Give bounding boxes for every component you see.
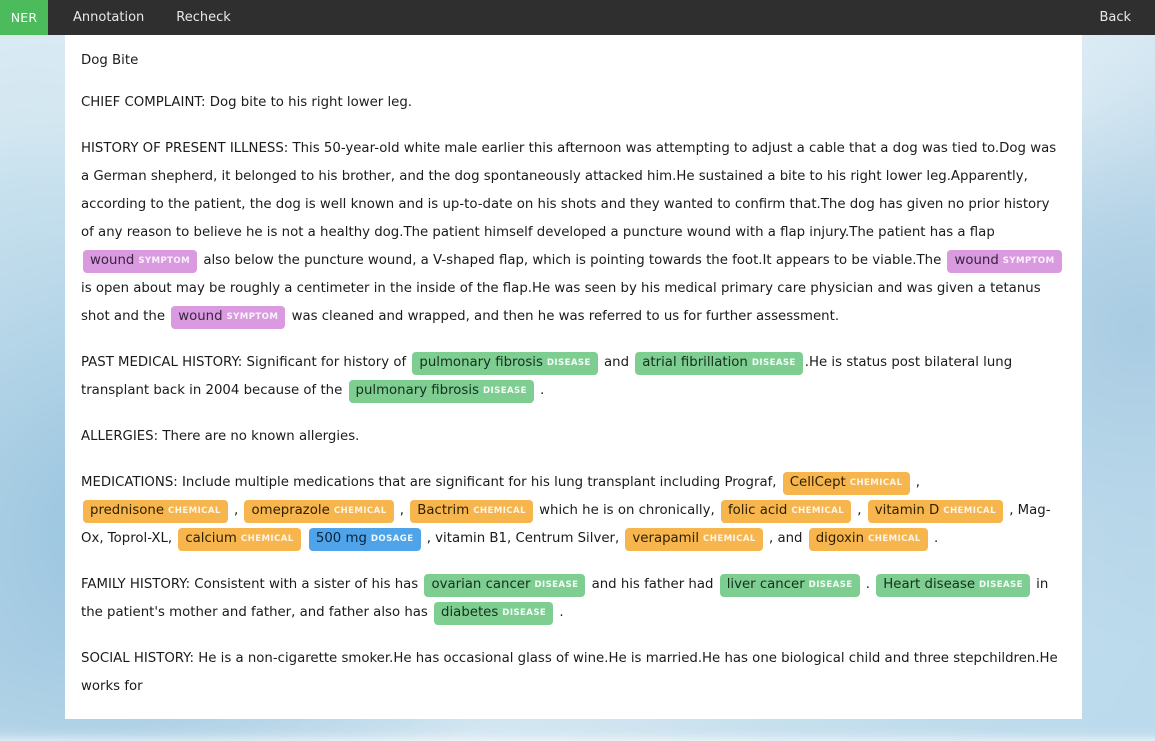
chief-complaint-paragraph: CHIEF COMPLAINT: Dog bite to his right l…: [81, 95, 413, 110]
entity-label: SYMPTOM: [1002, 256, 1055, 266]
entity-cellcept[interactable]: CellCept CHEMICAL: [782, 472, 910, 495]
entity-label: DISEASE: [482, 386, 527, 396]
entity-label: CHEMICAL: [333, 506, 387, 516]
med-text-6: ,: [853, 503, 866, 518]
med-text-10: , and: [764, 531, 807, 546]
entity-label: CHEMICAL: [943, 506, 996, 516]
pmh-text-2: and: [599, 355, 634, 370]
entity-label: CHEMICAL: [849, 478, 903, 488]
entity-word: calcium: [185, 531, 237, 546]
ner-brand-logo[interactable]: NER: [0, 0, 48, 35]
entity-label: CHEMICAL: [791, 506, 845, 516]
entity-word: wound: [954, 253, 999, 268]
entity-word: wound: [90, 253, 135, 268]
entity-label: CHEMICAL: [168, 506, 221, 516]
family-history-paragraph: FAMILY HISTORY: Consistent with a sister…: [81, 571, 1066, 627]
nav-item-recheck[interactable]: Recheck: [160, 0, 247, 35]
entity-word: prednisone: [90, 503, 165, 518]
entity-word: pulmonary fibrosis: [419, 355, 543, 370]
entity-folic-acid[interactable]: folic acid CHEMICAL: [720, 500, 852, 523]
entity-word: diabetes: [441, 605, 499, 620]
back-link[interactable]: Back: [1083, 0, 1147, 35]
entity-wound-2[interactable]: wound SYMPTOM: [947, 250, 1062, 273]
hpi-text-2: also below the puncture wound, a V-shape…: [199, 253, 946, 268]
entity-label: DISEASE: [502, 608, 547, 618]
entity-word: atrial fibrillation: [642, 355, 748, 370]
pmh-text-4: .: [535, 383, 545, 398]
med-text-2: ,: [911, 475, 920, 490]
entity-verapamil[interactable]: verapamil CHEMICAL: [625, 528, 763, 551]
entity-word: Heart disease: [883, 577, 975, 592]
entity-label: DISEASE: [808, 580, 853, 590]
entity-label: DISEASE: [534, 580, 579, 590]
entity-word: ovarian cancer: [431, 577, 531, 592]
entity-pulmonary-fibrosis-2[interactable]: pulmonary fibrosis DISEASE: [348, 380, 534, 403]
history-of-present-illness-paragraph: HISTORY OF PRESENT ILLNESS: This 50-year…: [81, 135, 1066, 331]
entity-diabetes[interactable]: diabetes DISEASE: [434, 602, 554, 625]
fh-text-2: and his father had: [587, 577, 718, 592]
fh-text-5: .: [555, 605, 564, 620]
entity-label: DISEASE: [751, 358, 796, 368]
entity-label: SYMPTOM: [138, 256, 191, 266]
allergies-paragraph: ALLERGIES: There are no known allergies.: [81, 429, 360, 444]
entity-label: SYMPTOM: [226, 312, 279, 322]
entity-pulmonary-fibrosis-1[interactable]: pulmonary fibrosis DISEASE: [412, 352, 598, 375]
entity-label: CHEMICAL: [703, 534, 756, 544]
med-text-3: ,: [229, 503, 243, 518]
entity-word: pulmonary fibrosis: [355, 383, 479, 398]
entity-label: DOSAGE: [370, 534, 414, 544]
med-text-8: [303, 531, 307, 546]
navbar-right: Back: [1083, 0, 1155, 35]
navbar-menu: Annotation Recheck: [57, 0, 247, 35]
entity-word: omeprazole: [251, 503, 330, 518]
entity-prednisone[interactable]: prednisone CHEMICAL: [83, 500, 228, 523]
entity-word: vitamin D: [874, 503, 940, 518]
entity-word: CellCept: [789, 475, 846, 490]
document-card: Dog Bite CHIEF COMPLAINT: Dog bite to hi…: [65, 35, 1082, 719]
entity-word: folic acid: [727, 503, 788, 518]
document-title: Dog Bite: [81, 53, 139, 68]
annotated-document: Dog Bite CHIEF COMPLAINT: Dog bite to hi…: [65, 35, 1082, 701]
med-text-4: ,: [395, 503, 409, 518]
entity-bactrim[interactable]: Bactrim CHEMICAL: [410, 500, 533, 523]
entity-label: CHEMICAL: [473, 506, 526, 516]
entity-liver-cancer[interactable]: liver cancer DISEASE: [719, 574, 860, 597]
entity-omeprazole[interactable]: omeprazole CHEMICAL: [244, 500, 394, 523]
med-text-9: , vitamin B1, Centrum Silver,: [422, 531, 624, 546]
entity-word: digoxin: [815, 531, 865, 546]
entity-wound-3[interactable]: wound SYMPTOM: [171, 306, 286, 329]
hpi-text-4: was cleaned and wrapped, and then he was…: [287, 309, 840, 324]
med-text-11: .: [929, 531, 939, 546]
med-text-5: which he is on chronically,: [534, 503, 719, 518]
medications-paragraph: MEDICATIONS: Include multiple medication…: [81, 469, 1066, 553]
entity-heart-disease[interactable]: Heart disease DISEASE: [876, 574, 1030, 597]
social-history-paragraph: SOCIAL HISTORY: He is a non-cigarette sm…: [81, 651, 1058, 694]
entity-label: DISEASE: [546, 358, 591, 368]
nav-item-annotation[interactable]: Annotation: [57, 0, 160, 35]
entity-word: Bactrim: [417, 503, 470, 518]
top-navbar: NER Annotation Recheck Back: [0, 0, 1155, 35]
entity-label: DISEASE: [979, 580, 1023, 590]
entity-calcium[interactable]: calcium CHEMICAL: [178, 528, 301, 551]
entity-500-mg[interactable]: 500 mg DOSAGE: [308, 528, 421, 551]
entity-atrial-fibrillation[interactable]: atrial fibrillation DISEASE: [635, 352, 803, 375]
entity-digoxin[interactable]: digoxin CHEMICAL: [808, 528, 928, 551]
med-text-1: MEDICATIONS: Include multiple medication…: [81, 475, 781, 490]
entity-word: liver cancer: [726, 577, 805, 592]
entity-vitamin-d[interactable]: vitamin D CHEMICAL: [867, 500, 1003, 523]
pmh-text-1: PAST MEDICAL HISTORY: Significant for hi…: [81, 355, 411, 370]
entity-word: wound: [178, 309, 223, 324]
entity-wound-1[interactable]: wound SYMPTOM: [83, 250, 198, 273]
fh-text-3: .: [861, 577, 875, 592]
entity-label: CHEMICAL: [868, 534, 921, 544]
entity-word: verapamil: [632, 531, 700, 546]
fh-text-1: FAMILY HISTORY: Consistent with a sister…: [81, 577, 423, 592]
entity-ovarian-cancer[interactable]: ovarian cancer DISEASE: [424, 574, 586, 597]
entity-word: 500 mg: [315, 531, 367, 546]
hpi-text-1: HISTORY OF PRESENT ILLNESS: This 50-year…: [81, 141, 1057, 240]
entity-label: CHEMICAL: [240, 534, 294, 544]
past-medical-history-paragraph: PAST MEDICAL HISTORY: Significant for hi…: [81, 349, 1066, 405]
